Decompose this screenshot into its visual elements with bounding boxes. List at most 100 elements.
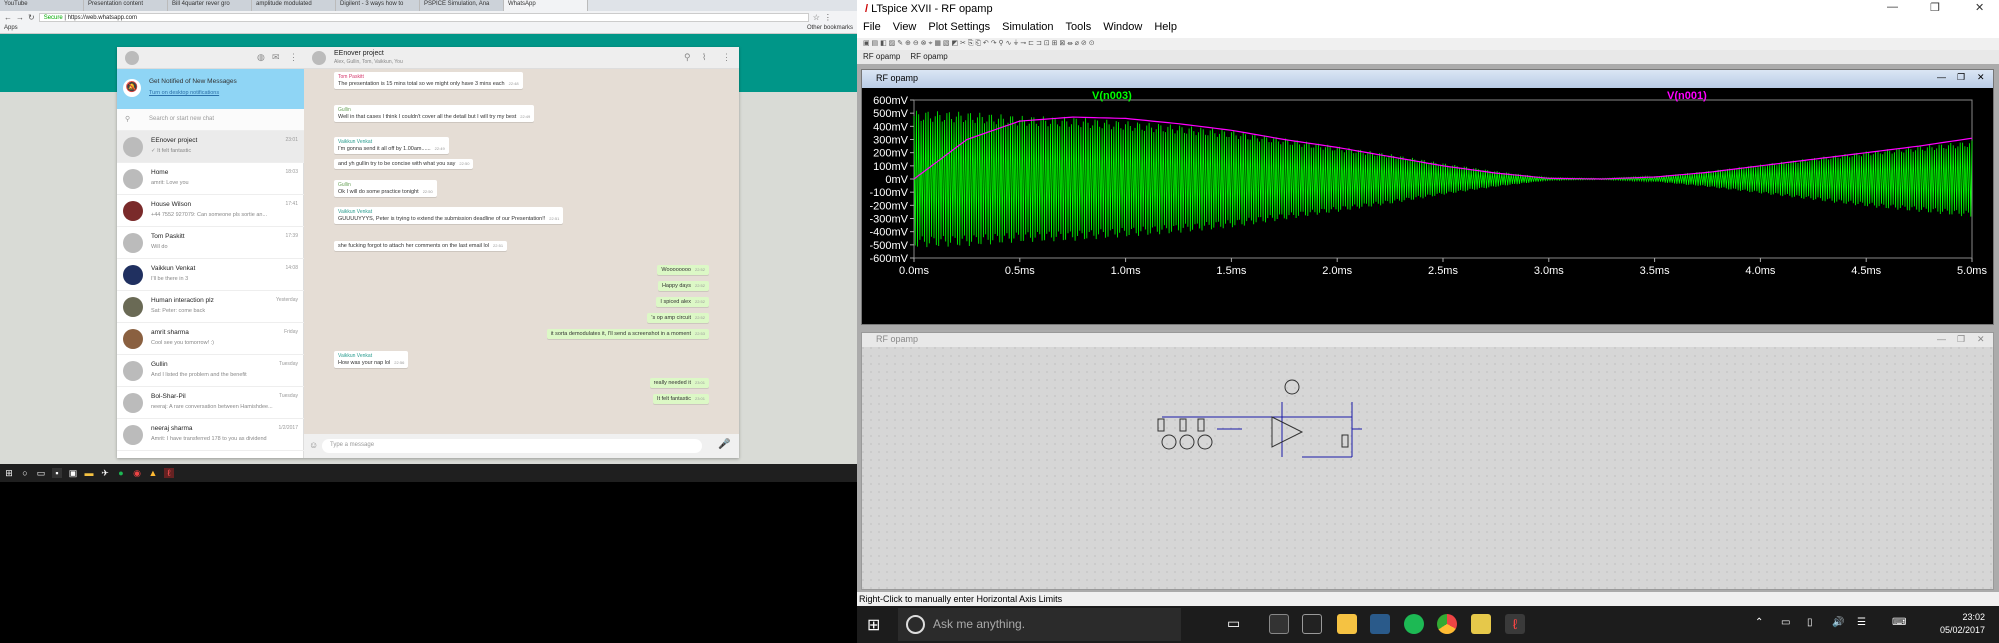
start-icon[interactable]: ⊞ — [4, 468, 14, 478]
task-view-icon[interactable]: ▭ — [36, 468, 46, 478]
chat-list-item[interactable]: Home amrit: Love you 18:03 — [117, 163, 304, 195]
keyboard-icon[interactable]: ⌨ — [1892, 617, 1906, 628]
status-icon[interactable]: ◍ — [257, 52, 265, 63]
cmd-icon[interactable]: ▪ — [52, 468, 62, 478]
app-icon[interactable]: ▲ — [148, 468, 158, 478]
chrome-tab[interactable]: WhatsApp — [504, 0, 588, 11]
chrome-tab[interactable]: Presentation content — [84, 0, 168, 11]
task-view-icon[interactable]: ▭ — [1227, 615, 1240, 632]
steam-icon[interactable] — [1370, 614, 1390, 634]
outgoing-message[interactable]: Woooooooo 22:52 — [657, 265, 709, 276]
battery-icon[interactable]: ▯ — [1807, 617, 1813, 628]
outgoing-message[interactable]: really needed it 23:01 — [649, 378, 709, 389]
chrome-tab[interactable]: amplitude modulated — [252, 0, 336, 11]
incoming-message[interactable]: Vaikkun Venkat I'm gonna send it all off … — [334, 136, 449, 154]
outgoing-message[interactable]: 's op amp circuit 22:52 — [647, 313, 709, 324]
chat-list-item[interactable]: Tom Paskitt Will do 17:39 — [117, 227, 304, 259]
chevron-up-icon[interactable]: ⌃ — [1755, 617, 1763, 628]
search-input[interactable]: Search or start new chat — [149, 116, 214, 122]
spotify-icon[interactable] — [1404, 614, 1424, 634]
star-icon[interactable]: ☆ — [813, 13, 820, 22]
menu-item-window[interactable]: Window — [1103, 21, 1142, 35]
incoming-message[interactable]: she fucking forgot to attach her comment… — [334, 240, 508, 251]
chrome-icon[interactable]: ◉ — [132, 468, 142, 478]
spotify-icon[interactable]: ● — [116, 468, 126, 478]
menu-icon[interactable]: ⋮ — [824, 13, 832, 22]
chat-list-item[interactable]: neeraj sharma Amrit: I have transferred … — [117, 419, 304, 451]
close-icon[interactable]: ✕ — [1977, 72, 1985, 83]
microphone-icon[interactable]: 🎤 — [718, 439, 730, 450]
menu-item-help[interactable]: Help — [1154, 21, 1177, 35]
close-icon[interactable]: ✕ — [1975, 1, 1984, 14]
incoming-message[interactable]: Vaikkun Venkat GUUUUYYYS, Peter is trying… — [334, 206, 564, 224]
chrome-tab[interactable]: PSPICE Simulation, Ana — [420, 0, 504, 11]
my-avatar[interactable] — [125, 51, 139, 65]
minimize-icon[interactable]: — — [1937, 334, 1946, 344]
waveform-plot[interactable]: 600mV500mV400mV300mV200mV100mV0mV-100mV-… — [862, 88, 1993, 324]
outgoing-message[interactable]: it sorta demodulates it, I'll send a scr… — [546, 329, 709, 339]
chrome-tab[interactable]: Digilent - 3 ways how to — [336, 0, 420, 11]
chrome-icon[interactable] — [1437, 614, 1457, 634]
forward-icon[interactable]: → — [16, 13, 24, 22]
chat-list-item[interactable]: EEnover project ✓ It felt fantastic 23:0… — [117, 131, 304, 163]
menu-item-view[interactable]: View — [893, 21, 917, 35]
url-field[interactable]: Secure | https://web.whatsapp.com — [38, 12, 809, 22]
outgoing-message[interactable]: It felt fantastic 23:01 — [653, 394, 709, 404]
mdi-tab-schematic[interactable]: RF opamp — [910, 52, 947, 62]
start-icon[interactable]: ⊞ — [867, 615, 880, 635]
cmd-icon[interactable] — [1302, 614, 1322, 634]
steam-icon[interactable]: ✈ — [100, 468, 110, 478]
chat-list-item[interactable]: amrit sharma Cool see you tomorrow! :) F… — [117, 323, 304, 355]
chat-list-item[interactable]: Human interaction plz Sat: Peter: come b… — [117, 291, 304, 323]
store-icon[interactable]: ▣ — [68, 468, 78, 478]
volume-icon[interactable]: 🔊 — [1832, 617, 1844, 628]
reload-icon[interactable]: ↻ — [28, 13, 35, 22]
chrome-tab[interactable]: Bill 4quarter rever gro — [168, 0, 252, 11]
back-icon[interactable]: ← — [4, 13, 12, 22]
close-icon[interactable]: ✕ — [1977, 334, 1985, 345]
menu-item-file[interactable]: File — [863, 21, 881, 35]
notification-link[interactable]: Turn on desktop notifications — [149, 90, 219, 96]
emoji-icon[interactable]: ☺ — [309, 440, 318, 450]
schematic-canvas[interactable] — [862, 347, 1993, 589]
ltspice-icon[interactable]: ℓ — [1505, 614, 1525, 634]
sidebar-menu-icon[interactable]: ⋮ — [289, 52, 298, 63]
menu-item-tools[interactable]: Tools — [1066, 21, 1092, 35]
conversation-header[interactable]: EEnover project Alex, Gullin, Tom, Vaikk… — [304, 47, 739, 69]
minimize-icon[interactable]: — — [1887, 1, 1898, 13]
app-icon[interactable] — [1471, 614, 1491, 634]
explorer-icon[interactable]: ▬ — [84, 468, 94, 478]
menu-item-simulation[interactable]: Simulation — [1002, 21, 1053, 35]
notifications-icon[interactable]: ☰ — [1857, 617, 1866, 628]
chat-list-item[interactable]: Bol-Shar-Pil neeraj: A rare conversation… — [117, 387, 304, 419]
chat-list-item[interactable]: Gullin And I listed the problem and the … — [117, 355, 304, 387]
mdi-tab-plot[interactable]: RF opamp — [863, 52, 900, 62]
ltspice-toolbar[interactable]: ▣ ▤ ◧ ▨ ✎ ⊕ ⊖ ⊗ ⌖ ▦ ▧ ◩ ✂ ⎘ ⎗ ↶ ↷ ⚲ ∿ ⏚ … — [857, 38, 1999, 50]
chat-list-item[interactable]: House Wilson +44 7552 927079: Can someon… — [117, 195, 304, 227]
explorer-icon[interactable] — [1337, 614, 1357, 634]
store-icon[interactable] — [1269, 614, 1289, 634]
outgoing-message[interactable]: I spiced alex 22:52 — [656, 296, 709, 307]
bookmark-apps[interactable]: Apps — [4, 25, 18, 31]
notification-banner[interactable]: 🔕 Get Notified of New Messages Turn on d… — [117, 69, 304, 109]
search-icon[interactable]: ⚲ — [684, 52, 691, 63]
attach-icon[interactable]: ⌇ — [702, 52, 706, 63]
bookmark-other[interactable]: Other bookmarks — [807, 25, 853, 31]
incoming-message[interactable]: Vaikkun Venkat How was your nap lol 22:56 — [334, 351, 409, 369]
restore-icon[interactable]: ❐ — [1957, 334, 1965, 345]
incoming-message[interactable]: Tom Paskitt The presentation is 15 mins t… — [334, 71, 523, 89]
outgoing-message[interactable]: Happy days 22:52 — [657, 280, 709, 291]
search-icon[interactable]: ○ — [20, 468, 30, 478]
incoming-message[interactable]: Gullin Well in that cases I think I could… — [334, 105, 535, 123]
new-chat-icon[interactable]: ✉ — [272, 52, 280, 63]
message-input[interactable]: Type a message — [322, 439, 702, 453]
conversation-menu-icon[interactable]: ⋮ — [722, 52, 731, 63]
incoming-message[interactable]: and yh gullin try to be concise with wha… — [334, 158, 474, 169]
menu-item-plot-settings[interactable]: Plot Settings — [928, 21, 990, 35]
minimize-icon[interactable]: — — [1937, 72, 1946, 82]
chrome-tab[interactable]: YouTube — [0, 0, 84, 11]
incoming-message[interactable]: Gullin Ok I will do some practice tonight… — [334, 179, 437, 197]
restore-icon[interactable]: ❐ — [1930, 1, 1940, 14]
restore-icon[interactable]: ❐ — [1957, 72, 1965, 83]
chat-list-item[interactable]: Vaikkun Venkat I'll be there in 3 14:08 — [117, 259, 304, 291]
